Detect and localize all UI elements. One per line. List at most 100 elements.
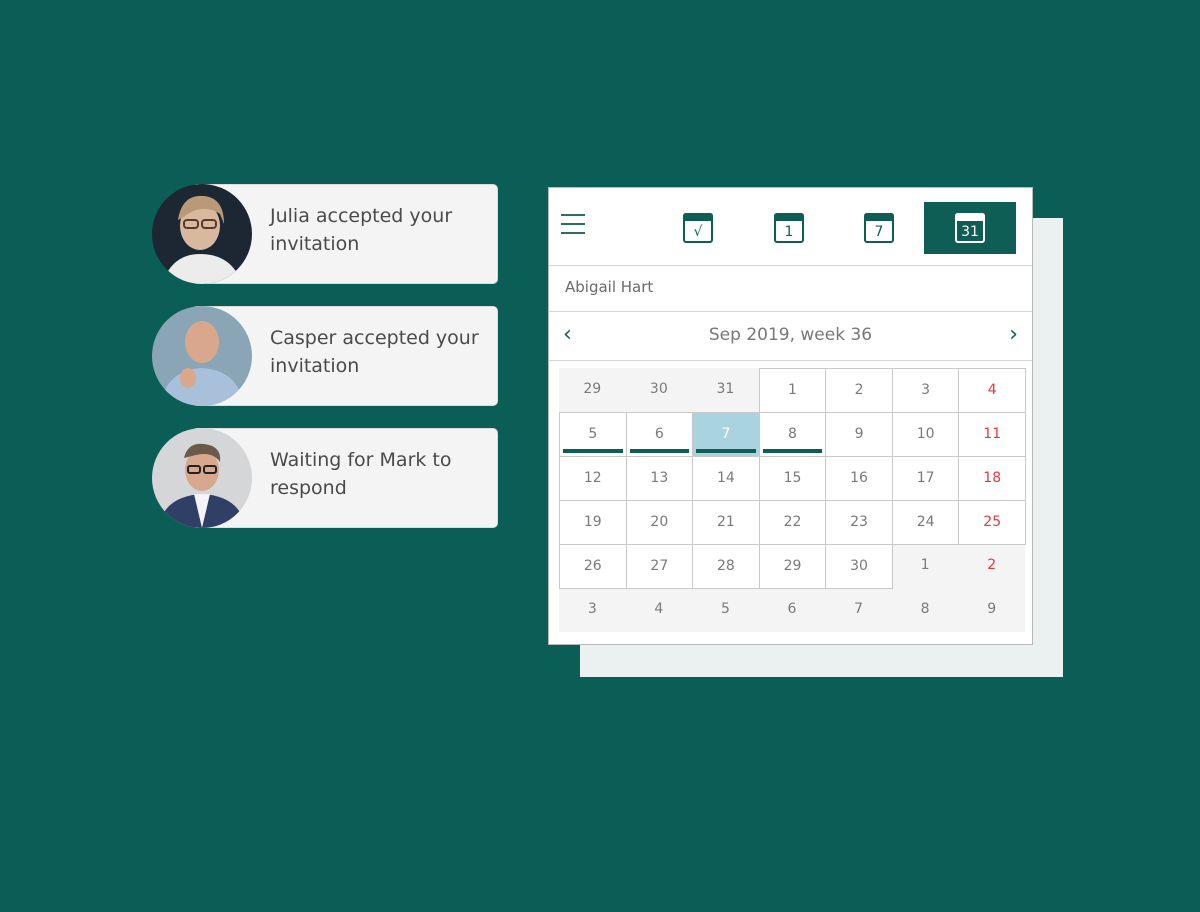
calendar-day[interactable]: 27 [625,544,694,589]
day-number: 2 [854,382,864,398]
calendar-day[interactable]: 18 [958,456,1026,501]
calendar-day[interactable]: 29 [559,368,626,412]
calendar-check-icon: √ [683,213,713,243]
notification-text: Waiting for Mark to respond [270,449,452,499]
calendar-day[interactable]: 10 [891,412,960,457]
calendar-day[interactable]: 4 [626,588,693,632]
calendar-day[interactable]: 26 [559,544,627,589]
view-week-button[interactable]: 7 [833,202,925,254]
day-number: 30 [850,558,868,574]
day-number: 23 [850,514,868,530]
day-number: 13 [650,470,669,486]
calendar-day[interactable]: 25 [958,500,1026,545]
avatar [152,184,252,284]
calendar-period-title: Sep 2019, week 36 [708,325,873,345]
day-number: 22 [783,514,802,530]
calendar-day[interactable]: 8 [892,588,959,632]
view-month-button[interactable]: 31 [924,202,1016,254]
day-number: 29 [783,558,802,574]
calendar-day[interactable]: 28 [692,544,760,589]
calendar-day[interactable]: 15 [758,456,827,501]
day-number: 4 [987,382,997,398]
calendar-day-selected[interactable]: 7 [692,412,760,457]
calendar-day[interactable]: 2 [825,368,893,413]
calendar-widget: √ 1 7 31 Abigail Hart ‹ Sep 2019, week 3… [548,187,1033,645]
calendar-nav: ‹ Sep 2019, week 36 › [549,312,1032,361]
view-tasks-button[interactable]: √ [652,202,744,254]
hamburger-menu-icon[interactable] [561,214,585,242]
day-number: 6 [654,426,664,442]
day-number: 24 [916,514,935,530]
day-number: 9 [854,426,864,442]
calendar-owner: Abigail Hart [549,266,1032,312]
calendar-day[interactable]: 9 [958,588,1025,632]
day-number: 7 [721,426,731,442]
calendar-month-icon: 31 [955,213,985,243]
calendar-day[interactable]: 3 [559,588,626,632]
day-number: 3 [921,382,931,398]
calendar-day[interactable]: 20 [625,500,694,545]
calendar-day[interactable]: 12 [559,456,627,501]
notification-text: Julia accepted your invitation [270,205,453,255]
day-number: 10 [916,426,935,442]
calendar-day[interactable]: 3 [891,368,960,413]
calendar-day[interactable]: 29 [758,544,827,589]
day-number: 5 [720,601,730,617]
day-number: 7 [854,601,864,617]
calendar-day[interactable]: 22 [758,500,827,545]
event-indicator [563,449,623,453]
day-number: 6 [787,601,797,617]
calendar-day[interactable]: 30 [825,544,893,589]
calendar-day[interactable]: 7 [825,588,892,632]
day-number: 25 [983,514,1002,530]
calendar-day[interactable]: 31 [692,368,759,412]
calendar-day[interactable]: 23 [825,500,893,545]
calendar-day[interactable]: 6 [759,588,826,632]
day-number: 21 [717,514,735,530]
day-number: 1 [788,382,797,398]
calendar-day[interactable]: 5 [559,412,627,457]
event-indicator [762,449,823,453]
view-day-button[interactable]: 1 [743,202,835,254]
calendar-day[interactable]: 9 [825,412,893,457]
calendar-day[interactable]: 21 [692,500,760,545]
day-number: 18 [983,470,1002,486]
calendar-toolbar: √ 1 7 31 [549,188,1032,266]
event-indicator [629,449,690,453]
day-number: 28 [717,558,735,574]
calendar-day[interactable]: 19 [559,500,627,545]
calendar-day[interactable]: 17 [891,456,960,501]
avatar [152,428,252,528]
calendar-day[interactable]: 24 [891,500,960,545]
day-number: 31 [716,381,735,397]
event-indicator [696,449,756,453]
calendar-day[interactable]: 30 [626,368,693,412]
day-number: 8 [920,601,930,617]
calendar-day[interactable]: 4 [958,368,1026,413]
notification-card[interactable]: Casper accepted your invitation [152,306,500,406]
calendar-day[interactable]: 11 [958,412,1026,457]
calendar-day-icon: 1 [774,213,804,243]
notification-text: Casper accepted your invitation [270,327,479,377]
day-number: 12 [583,470,602,486]
notification-card[interactable]: Julia accepted your invitation [152,184,500,284]
calendar-day[interactable]: 8 [758,412,827,457]
day-number: 8 [788,426,797,442]
day-number: 4 [654,601,664,617]
calendar-day[interactable]: 1 [892,544,959,588]
chevron-right-icon[interactable]: › [1009,323,1018,347]
day-number: 29 [583,381,602,397]
calendar-day[interactable]: 2 [958,544,1025,588]
day-number: 30 [649,381,668,397]
notification-card[interactable]: Waiting for Mark to respond [152,428,500,528]
day-number: 3 [587,601,597,617]
calendar-day[interactable]: 6 [625,412,694,457]
calendar-day[interactable]: 5 [692,588,759,632]
day-number: 15 [783,470,802,486]
day-number: 1 [920,557,930,573]
calendar-day[interactable]: 14 [692,456,760,501]
calendar-day[interactable]: 13 [625,456,694,501]
calendar-day[interactable]: 16 [825,456,893,501]
day-number: 11 [983,426,1002,442]
calendar-day[interactable]: 1 [758,368,827,413]
